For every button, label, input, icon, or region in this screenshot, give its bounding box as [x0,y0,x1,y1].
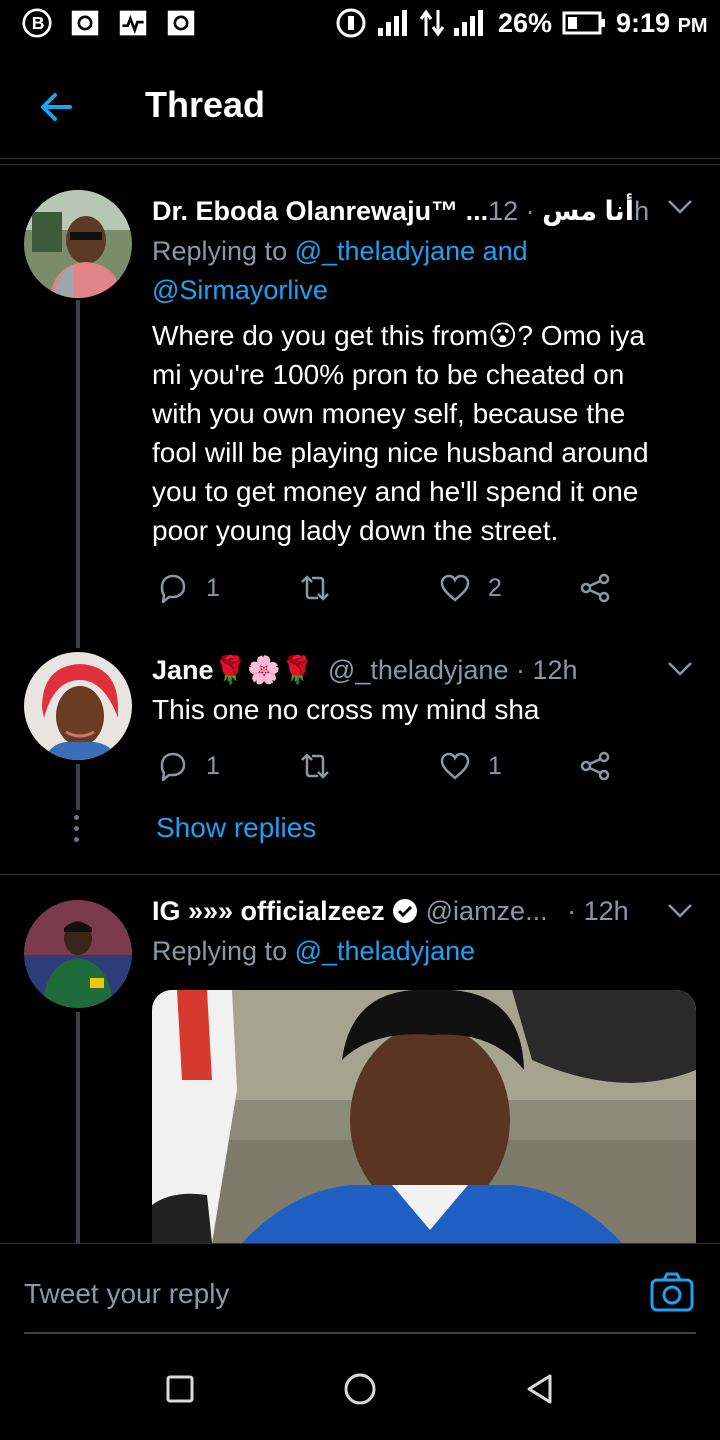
avatar[interactable] [24,190,132,298]
more-replies-dots [74,815,79,848]
display-name[interactable]: Jane🌹🌸🌹 [152,655,314,685]
clock: 9:19 PM [616,8,708,38]
chevron-down-icon[interactable] [666,902,694,920]
battery-icon [562,11,605,35]
like-button[interactable]: 2 [438,568,502,608]
tweet-actions: 1 1 [152,746,622,786]
retweet-icon [301,575,329,601]
heart-icon [440,752,470,780]
reply-button[interactable]: 1 [156,746,220,786]
box-app-icon [71,10,99,36]
like-button[interactable]: 1 [438,746,502,786]
header-divider [0,164,720,165]
reply-button[interactable]: 1 [156,568,220,608]
tweet-divider [0,874,720,875]
status-bar: B 26% 9:19 PM [0,0,720,52]
user-handle[interactable]: @iamze... [426,896,548,926]
svg-text:B: B [32,13,45,33]
recents-square-icon[interactable] [163,1372,197,1406]
avatar[interactable] [24,900,132,1008]
reply-input[interactable]: Tweet your reply [24,1278,229,1310]
replying-prefix: Replying to [152,236,288,266]
chevron-down-icon[interactable] [666,198,694,216]
avatar[interactable] [24,652,132,760]
reply-input-underline [24,1332,696,1334]
hotspot-icon [336,8,366,38]
comment-icon [160,752,186,782]
header-divider [0,158,720,159]
tweet-media-image[interactable] [152,990,696,1243]
camera-icon[interactable] [650,1272,694,1312]
thread-line [76,764,80,810]
home-circle-icon[interactable] [343,1372,377,1406]
thread-line [76,300,80,648]
user-handle[interactable]: @_theladyjane [328,655,509,685]
back-triangle-icon[interactable] [523,1372,557,1406]
replying-prefix: Replying to [152,936,288,966]
reply-count: 1 [206,573,220,602]
share-button[interactable] [578,746,612,786]
arrow-left-icon[interactable] [34,84,80,130]
tweet-actions: 1 2 [152,568,622,608]
b-app-icon: B [22,8,52,38]
mention-link[interactable]: @_theladyjane [295,936,476,966]
data-arrows-icon [419,9,445,37]
display-name[interactable]: IG »»» officialzeez [152,896,385,926]
tweet-text: This one no cross my mind sha [152,694,540,725]
page-title: Thread [145,84,266,125]
tweet-text: Where do you get this from😮? Omo iya mi … [152,320,649,546]
share-icon [580,573,610,603]
mention-link[interactable]: @Sirmayorlive [152,275,328,305]
signal-icon [378,10,407,36]
chevron-down-icon[interactable] [666,660,694,678]
tweet-time: · 12h [567,896,629,926]
retweet-icon [301,753,329,779]
retweet-button[interactable] [298,746,332,786]
retweet-button[interactable] [298,568,332,608]
comment-icon [160,574,186,604]
display-name[interactable]: Dr. Eboda Olanrewaju™ ...أنا مس [152,196,634,226]
battery-percent: 26% [498,8,553,38]
tweet-time: · 12h [515,655,578,685]
signal-icon [454,10,483,36]
activity-app-icon [119,10,147,36]
like-count: 2 [488,573,502,602]
thread-line [76,1012,80,1243]
app-header: Thread [0,62,720,152]
reply-bar: Tweet your reply [0,1243,720,1336]
like-count: 1 [488,751,502,780]
reply-count: 1 [206,751,220,780]
heart-icon [440,574,470,602]
mention-link[interactable]: @_theladyjane and [295,236,528,266]
box-app-icon [167,10,195,36]
verified-badge-icon [393,899,418,923]
show-replies-link[interactable]: Show replies [156,812,316,844]
share-button[interactable] [578,568,612,608]
system-nav-bar [0,1336,720,1440]
share-icon [580,751,610,781]
